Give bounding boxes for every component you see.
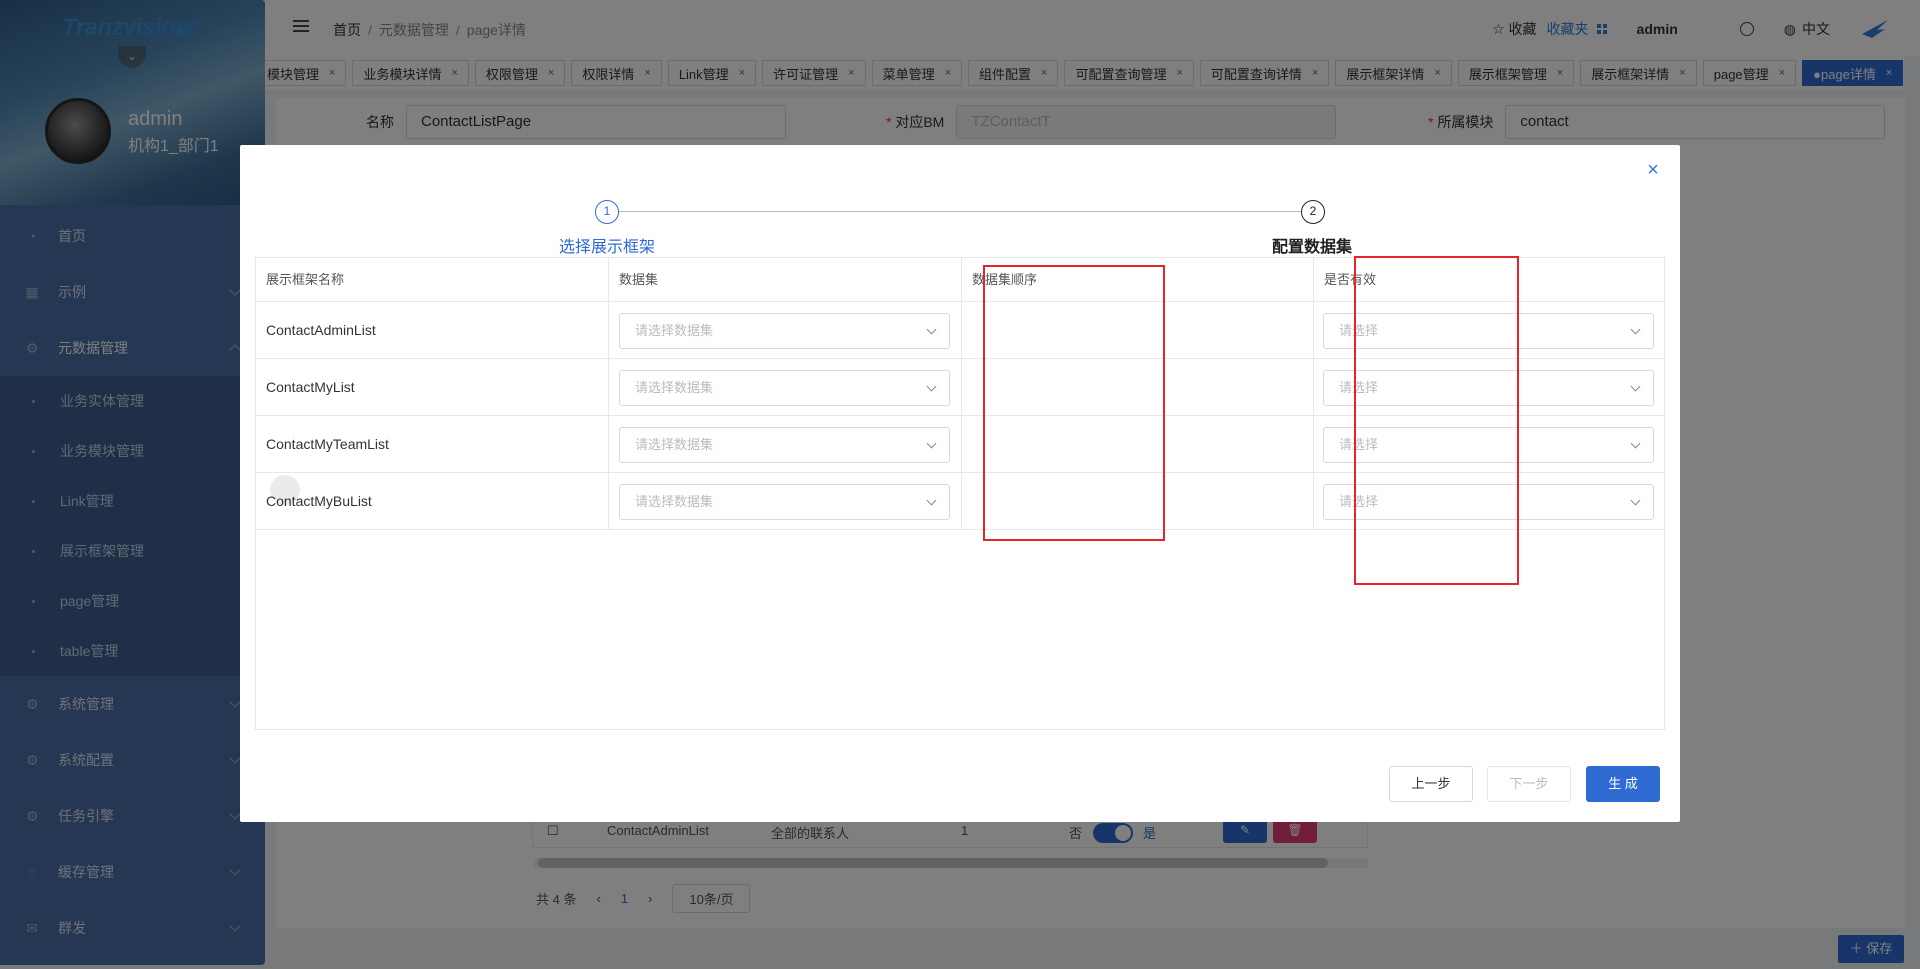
chevron-down-icon [926, 381, 937, 392]
frame-name-cell: ContactAdminList [256, 302, 609, 358]
dataset-select-placeholder: 请选择数据集 [635, 380, 714, 395]
close-icon[interactable]: × [1644, 160, 1662, 180]
highlight-box-valid [1354, 256, 1519, 585]
frame-name-cell: ContactMyList [256, 359, 609, 415]
frame-name-cell: ContactMyTeamList [256, 416, 609, 472]
dataset-select-placeholder: 请选择数据集 [635, 494, 714, 509]
dataset-select[interactable]: 请选择数据集 [619, 370, 950, 406]
column-header-dataset: 数据集 [609, 258, 962, 302]
chevron-down-icon [926, 438, 937, 449]
step-1-icon: 1 [595, 200, 619, 224]
dataset-select[interactable]: 请选择数据集 [619, 313, 950, 349]
chevron-down-icon [1630, 495, 1641, 506]
highlight-box-order [983, 265, 1165, 541]
chevron-down-icon [926, 324, 937, 335]
dataset-config-modal: × 1 2 选择展示框架 配置数据集 展示框架名称 数据集 数据集顺序 是否有效… [240, 145, 1680, 822]
dataset-select-placeholder: 请选择数据集 [635, 437, 714, 452]
steps-connector [607, 211, 1305, 212]
chevron-down-icon [1630, 324, 1641, 335]
next-step-button[interactable]: 下一步 [1487, 766, 1571, 802]
cursor-indicator [270, 475, 300, 505]
dataset-select[interactable]: 请选择数据集 [619, 427, 950, 463]
generate-button[interactable]: 生 成 [1586, 766, 1660, 802]
dataset-select[interactable]: 请选择数据集 [619, 484, 950, 520]
chevron-down-icon [1630, 438, 1641, 449]
column-header-frame-name: 展示框架名称 [256, 258, 609, 302]
chevron-down-icon [926, 495, 937, 506]
frame-name-cell: ContactMyBuList [256, 473, 609, 529]
step-2-label: 配置数据集 [1272, 239, 1353, 256]
step-1-label: 选择展示框架 [559, 239, 656, 256]
prev-step-button[interactable]: 上一步 [1389, 766, 1473, 802]
dataset-select-placeholder: 请选择数据集 [635, 323, 714, 338]
chevron-down-icon [1630, 381, 1641, 392]
step-2-icon: 2 [1301, 200, 1325, 224]
